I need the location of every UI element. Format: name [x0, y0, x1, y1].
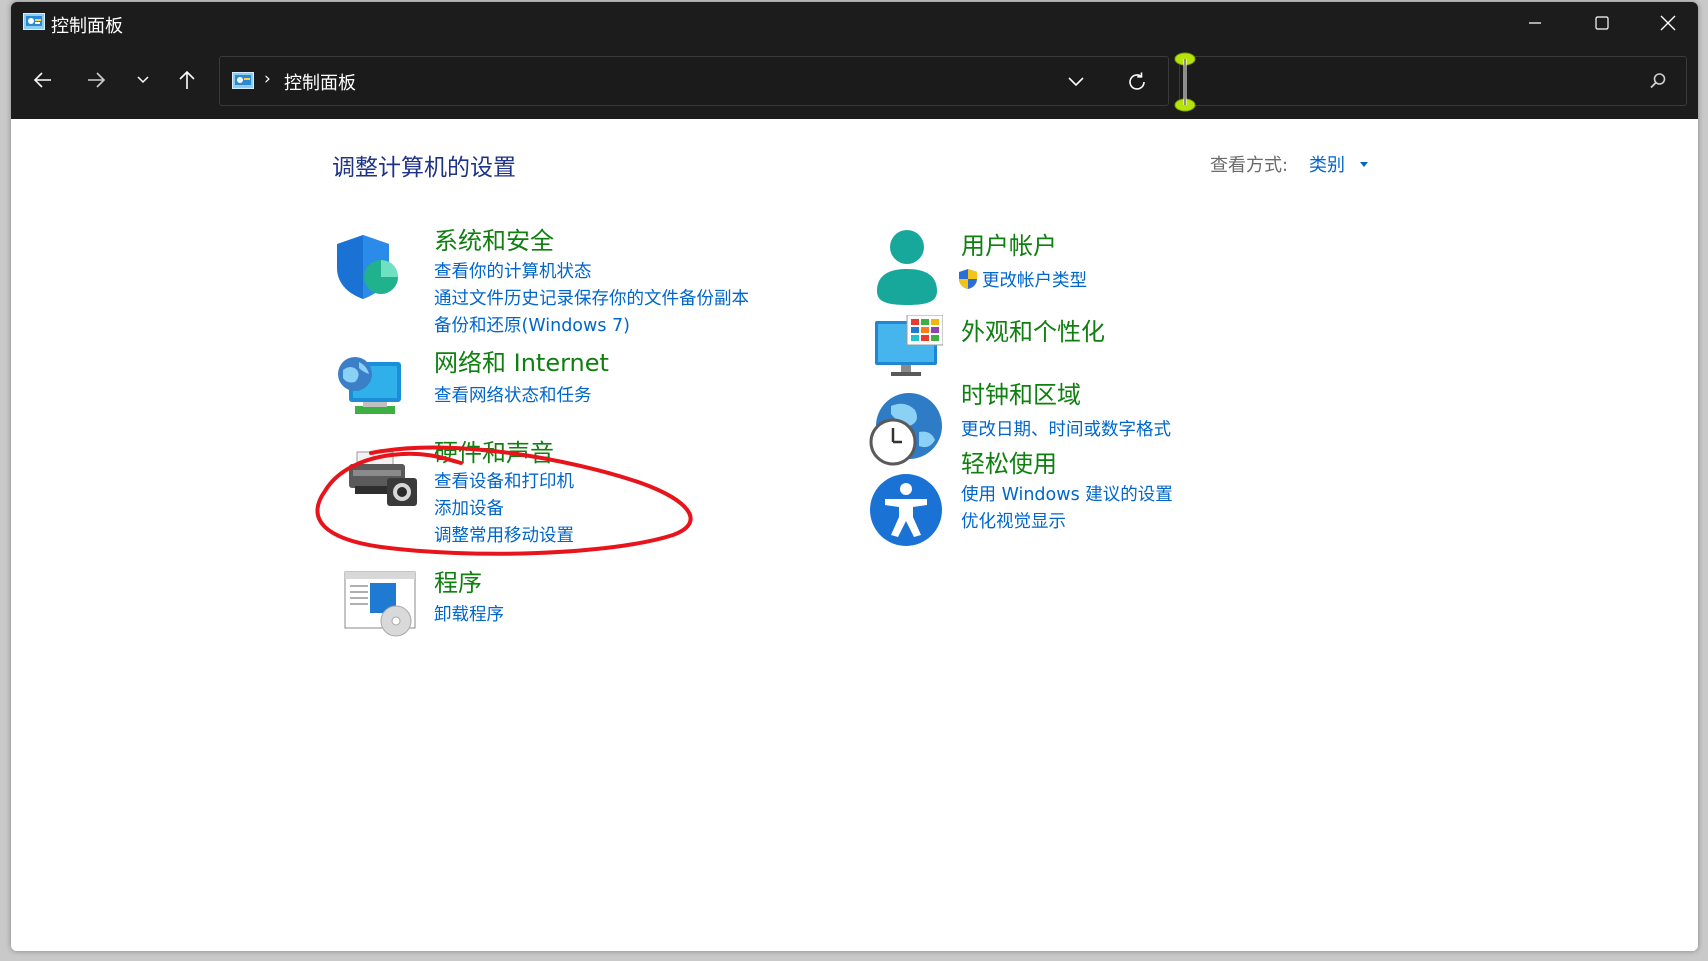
shield-icon[interactable]: [333, 232, 403, 302]
ease-of-access-icon[interactable]: [869, 473, 943, 547]
programs-link-uninstall[interactable]: 卸载程序: [434, 601, 504, 626]
control-panel-small-icon: [232, 72, 254, 89]
uac-shield-icon: [959, 269, 977, 289]
system-link-check-status[interactable]: 查看你的计算机状态: [434, 258, 592, 283]
clock-region-title[interactable]: 时钟和区域: [961, 375, 1081, 410]
system-security-title[interactable]: 系统和安全: [434, 221, 554, 256]
address-dropdown-icon[interactable]: [1064, 69, 1088, 93]
maximize-button[interactable]: [1572, 6, 1632, 40]
back-arrow-icon: [33, 72, 51, 88]
content-area: 调整计算机的设置 查看方式: 类别 系统和安全 查看你的计算机状态 通过文件历史…: [11, 119, 1698, 951]
search-icon: [1650, 73, 1666, 89]
appearance-title[interactable]: 外观和个性化: [961, 312, 1105, 347]
system-link-file-history[interactable]: 通过文件历史记录保存你的文件备份副本: [434, 285, 749, 310]
forward-button[interactable]: [78, 62, 114, 98]
close-icon: [1660, 15, 1676, 31]
clock-link-date-time-format[interactable]: 更改日期、时间或数字格式: [961, 416, 1171, 441]
window-title: 控制面板: [51, 16, 123, 37]
minimize-icon: [1529, 22, 1541, 24]
user-accounts-title[interactable]: 用户帐户: [961, 226, 1057, 261]
network-link-status-tasks[interactable]: 查看网络状态和任务: [434, 382, 592, 407]
back-button[interactable]: [25, 62, 61, 98]
close-button[interactable]: [1638, 6, 1698, 40]
title-bar: 控制面板: [11, 2, 1698, 44]
system-link-backup-restore[interactable]: 备份和还原(Windows 7): [434, 312, 630, 337]
page-title: 调整计算机的设置: [332, 155, 516, 181]
recent-locations-button[interactable]: [125, 62, 161, 98]
text-cursor-icon: [1174, 52, 1196, 112]
navigation-bar: › 控制面板: [11, 44, 1698, 119]
minimize-button[interactable]: [1505, 6, 1565, 40]
chevron-down-icon: [137, 76, 149, 84]
view-by-caret-icon[interactable]: [1360, 162, 1368, 167]
refresh-icon[interactable]: [1124, 69, 1150, 95]
maximize-icon: [1595, 16, 1609, 30]
forward-arrow-icon: [88, 72, 106, 88]
control-panel-window: 控制面板 › 控制面板 调整计算机的设置 查看方式: 类别 系统和安全 查看你的…: [11, 2, 1698, 951]
programs-icon[interactable]: [344, 571, 418, 637]
ease-of-access-title[interactable]: 轻松使用: [961, 444, 1057, 479]
network-internet-icon[interactable]: [335, 354, 407, 420]
users-link-change-account-type[interactable]: 更改帐户类型: [982, 267, 1087, 292]
up-arrow-icon: [179, 70, 195, 89]
up-button[interactable]: [169, 62, 205, 98]
red-annotation-ellipse: [315, 445, 693, 556]
view-by-label: 查看方式:: [1210, 155, 1289, 176]
control-panel-app-icon: [23, 13, 45, 30]
search-input[interactable]: [1220, 65, 1624, 97]
network-internet-title[interactable]: 网络和 Internet: [434, 343, 609, 378]
appearance-personalization-icon[interactable]: [873, 315, 943, 381]
ease-link-recommended-settings[interactable]: 使用 Windows 建议的设置: [961, 481, 1173, 506]
address-bar[interactable]: › 控制面板: [219, 56, 1169, 106]
user-accounts-icon[interactable]: [873, 229, 941, 305]
view-by-dropdown[interactable]: 类别: [1309, 151, 1345, 177]
search-box[interactable]: [1179, 56, 1687, 106]
ease-link-optimize-display[interactable]: 优化视觉显示: [961, 508, 1066, 533]
breadcrumb-control-panel[interactable]: 控制面板: [284, 69, 356, 95]
clock-region-icon[interactable]: [869, 392, 943, 466]
breadcrumb-separator[interactable]: ›: [264, 69, 271, 89]
